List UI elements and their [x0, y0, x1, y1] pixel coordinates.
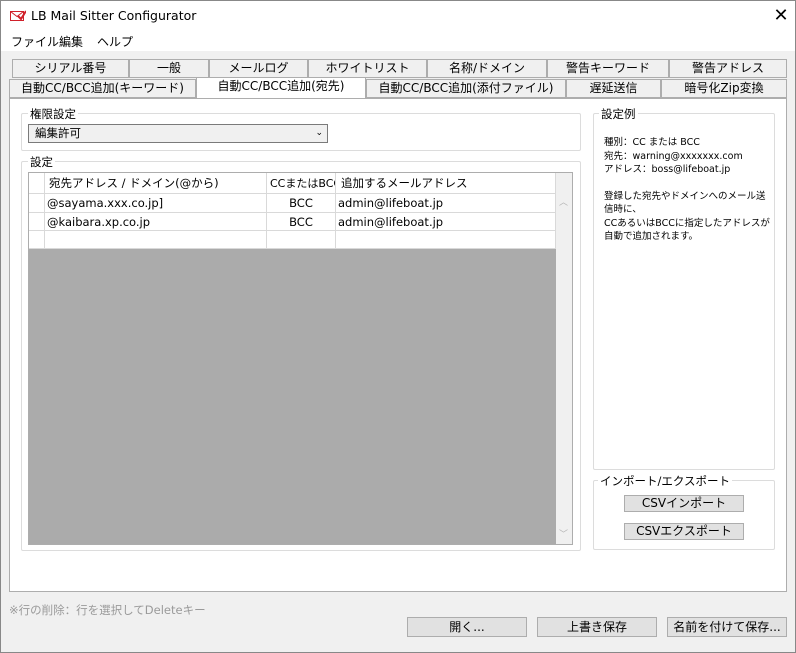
cell-cc-bcc[interactable] — [267, 231, 336, 249]
window-title: LB Mail Sitter Configurator — [31, 8, 197, 23]
tab-name-domain[interactable]: 名称/ドメイン — [427, 59, 547, 78]
example-line: CCあるいはBCCに指定したアドレスが自動で追加されます。 — [604, 217, 770, 243]
tab-auto-ccbcc-attachment[interactable]: 自動CC/BCC追加(添付ファイル) — [366, 79, 566, 98]
cell-add-address[interactable]: admin@lifeboat.jp — [336, 194, 556, 213]
import-export-group-label: インポート/エクスポート — [598, 473, 733, 489]
close-icon[interactable]: ✕ — [767, 5, 795, 27]
menu-bar: ファイル 編集 ヘルプ — [1, 31, 795, 51]
cell-recipient[interactable]: @kaibara.xp.co.jp — [45, 213, 267, 231]
tab-auto-ccbcc-keyword[interactable]: 自動CC/BCC追加(キーワード) — [9, 79, 196, 98]
example-group-label: 設定例 — [599, 106, 638, 122]
chevron-up-icon[interactable]: ︿ — [559, 195, 568, 208]
column-header-cc-bcc[interactable]: CCまたはBCC — [267, 173, 336, 194]
cell-add-address[interactable]: admin@lifeboat.jp — [336, 213, 556, 231]
chevron-down-icon: ⌄ — [315, 128, 323, 138]
menu-file[interactable]: ファイル — [11, 33, 59, 50]
tab-auto-ccbcc-recipient[interactable]: 自動CC/BCC追加(宛先) — [196, 77, 366, 98]
column-header-add-address[interactable]: 追加するメールアドレス — [336, 173, 556, 194]
permission-group-label: 権限設定 — [28, 106, 78, 122]
row-header[interactable] — [29, 213, 45, 231]
cell-recipient[interactable]: @sayama.xxx.co.jp] — [45, 194, 267, 213]
row-header[interactable] — [29, 231, 45, 249]
tab-serial-number[interactable]: シリアル番号 — [12, 59, 129, 78]
tab-mail-log[interactable]: メールログ — [209, 59, 308, 78]
menu-edit[interactable]: 編集 — [59, 33, 83, 50]
example-line: 宛先：warning@xxxxxxx.com — [604, 150, 743, 162]
save-as-button[interactable]: 名前を付けて保存... — [667, 617, 787, 637]
row-header[interactable] — [29, 194, 45, 213]
column-header-recipient[interactable]: 宛先アドレス / ドメイン(@から) — [45, 173, 267, 194]
tab-warning-keyword[interactable]: 警告キーワード — [547, 59, 669, 78]
tab-general[interactable]: 一般 — [129, 59, 209, 78]
menu-help[interactable]: ヘルプ — [97, 33, 133, 50]
permission-selected: 編集許可 — [35, 126, 81, 140]
csv-export-button[interactable]: CSVエクスポート — [624, 523, 744, 540]
example-line: 種別：CC または BCC — [604, 137, 700, 148]
row-header-corner — [29, 173, 45, 194]
mail-check-icon — [10, 10, 26, 21]
cell-recipient[interactable] — [45, 231, 267, 249]
example-line: 登録した宛先やドメインへのメール送信時に、 — [604, 190, 766, 216]
open-button[interactable]: 開く... — [407, 617, 527, 637]
title-bar: LB Mail Sitter Configurator ✕ — [1, 1, 795, 31]
save-button[interactable]: 上書き保存 — [537, 617, 657, 637]
grid-scrollbar[interactable]: ︿ ﹀ — [556, 173, 572, 544]
tab-delayed-send[interactable]: 遅延送信 — [566, 79, 661, 98]
tab-whitelist[interactable]: ホワイトリスト — [308, 59, 427, 78]
example-line — [604, 177, 772, 190]
cell-cc-bcc[interactable]: BCC — [267, 213, 336, 231]
example-line: アドレス：boss@lifeboat.jp — [604, 164, 731, 175]
permission-select[interactable]: 編集許可 ⌄ — [28, 124, 328, 143]
tab-encrypted-zip[interactable]: 暗号化Zip変換 — [661, 79, 787, 98]
cell-cc-bcc[interactable]: BCC — [267, 194, 336, 213]
settings-grid[interactable]: 宛先アドレス / ドメイン(@から) CCまたはBCC 追加するメールアドレス … — [28, 172, 573, 545]
tab-warning-address[interactable]: 警告アドレス — [669, 59, 787, 78]
example-text: 種別：CC または BCC 宛先：warning@xxxxxxx.com アドレ… — [604, 136, 772, 244]
cell-add-address[interactable] — [336, 231, 556, 249]
chevron-down-icon[interactable]: ﹀ — [559, 527, 568, 540]
delete-row-hint: ※行の削除：行を選択してDeleteキー — [9, 603, 206, 617]
csv-import-button[interactable]: CSVインポート — [624, 495, 744, 512]
settings-group-label: 設定 — [28, 154, 55, 170]
